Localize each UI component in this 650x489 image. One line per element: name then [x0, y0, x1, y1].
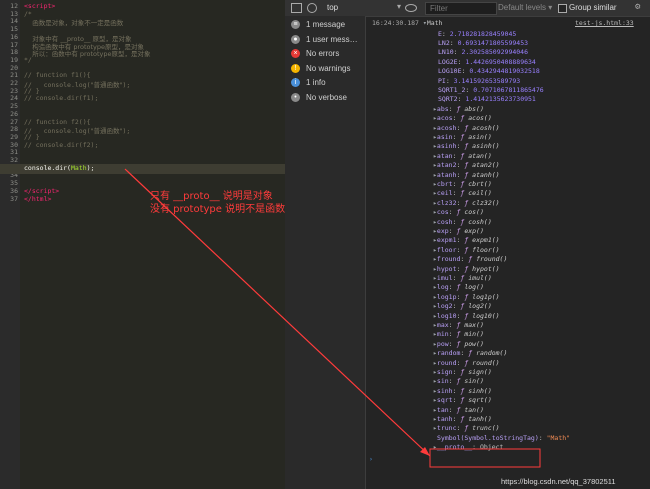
- sidebar-item[interactable]: • No verbose: [291, 93, 365, 107]
- context-dropdown-icon[interactable]: ▾: [397, 2, 401, 11]
- verbose-icon: •: [291, 92, 300, 102]
- console-log-header[interactable]: 16:24:30.187 ▾Math: [372, 19, 442, 29]
- sidebar-item-label: No verbose: [306, 92, 347, 102]
- warning-icon: !: [291, 63, 300, 73]
- line-number-gutter: 12 13 14 15 16 17 18 19 20 21 22 23 24 25 26 27 28 29 30 31…: [0, 0, 20, 489]
- sidebar-item-label: No warnings: [306, 63, 351, 73]
- error-icon: ×: [291, 49, 300, 59]
- console-output: 16:24:30.187 ▾Math test-js.html:33 E: 2.71…: [366, 16, 650, 489]
- group-similar-checkbox[interactable]: [558, 4, 567, 13]
- settings-icon[interactable]: ⚙: [635, 2, 640, 12]
- sidebar-item[interactable]: × No errors: [291, 49, 365, 63]
- code-line: */: [24, 55, 32, 64]
- annotation-line-2: 没有 prototype 说明不是函数: [150, 204, 285, 215]
- code-editor[interactable]: 12 13 14 15 16 17 18 19 20 21 22 23 24 25 26 27 28 29 30 31…: [0, 0, 285, 489]
- sidebar-item-label: 1 message: [306, 20, 346, 29]
- context-selector[interactable]: top: [327, 3, 338, 12]
- sidebar-item-label: 1 info: [306, 78, 326, 87]
- clear-console-icon[interactable]: [307, 3, 317, 13]
- code-line: 所以：函数中有 prototype原型，是对象: [24, 50, 151, 59]
- code-line: // console.dir(f1);: [24, 94, 99, 103]
- list-icon: ≡: [291, 20, 300, 30]
- code-line: </html>: [24, 194, 52, 203]
- sidebar-item[interactable]: i 1 info: [291, 78, 365, 92]
- proto-row[interactable]: ▸__proto__: Object: [433, 443, 503, 453]
- sidebar-item[interactable]: ! No warnings: [291, 64, 365, 78]
- source-link[interactable]: test-js.html:33: [575, 19, 634, 29]
- levels-dropdown[interactable]: Default levels ▾: [498, 3, 552, 12]
- sidebar-item-label: 1 user mess…: [306, 34, 358, 44]
- watermark: https://blog.csdn.net/qq_37802511: [501, 477, 616, 486]
- sidebar-item[interactable]: ● 1 user mess…: [291, 35, 365, 49]
- sidebar-toggle-icon[interactable]: [291, 3, 302, 13]
- user-icon: ●: [291, 34, 300, 44]
- line-number: 37: [10, 194, 18, 203]
- code-line: 函数是对象，对象不一定是函数: [24, 19, 124, 28]
- devtools-console-panel: top ▾ Filter Default levels ▾ Group simi…: [285, 0, 650, 489]
- filter-input[interactable]: Filter: [425, 2, 497, 15]
- code-line: console.dir(Math);: [24, 163, 95, 172]
- console-toolbar: top ▾ Filter Default levels ▾ Group simi…: [285, 0, 650, 17]
- sidebar-item[interactable]: ≡ 1 message: [291, 20, 365, 34]
- info-icon: i: [291, 78, 300, 88]
- console-prompt[interactable]: ›: [369, 455, 373, 465]
- code-line: // console.dir(f2);: [24, 140, 99, 149]
- sidebar-item-label: No errors: [306, 49, 340, 58]
- group-similar-label: Group similar: [569, 3, 617, 12]
- eye-icon[interactable]: [405, 4, 417, 12]
- console-sidebar: ≡ 1 message ● 1 user mess… × No errors! No war…: [285, 16, 366, 489]
